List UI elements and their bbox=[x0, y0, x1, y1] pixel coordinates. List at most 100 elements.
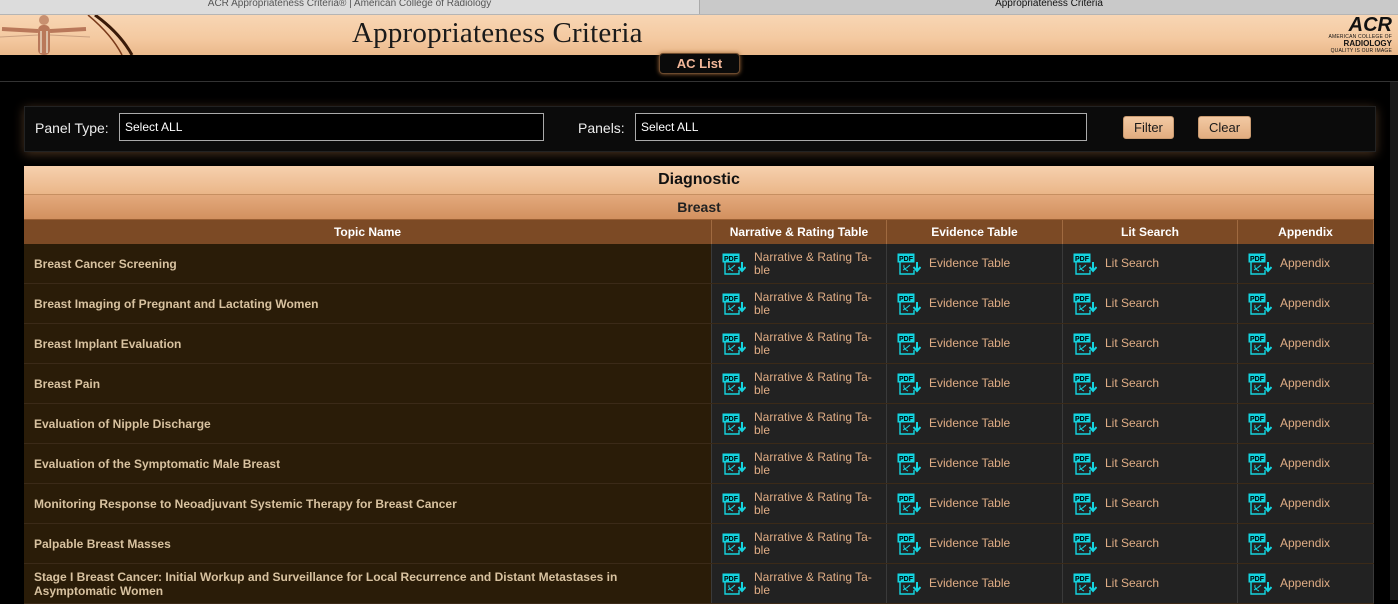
pdf-download-icon: PDF bbox=[722, 453, 746, 475]
narrative-link-label: Narrative & Rating Ta-ble bbox=[754, 370, 872, 397]
narrative-link-text: ble bbox=[754, 542, 771, 557]
evidence-table-link[interactable]: PDF Evidence Table bbox=[887, 364, 1063, 403]
table-row: Monitoring Response to Neoadjuvant Syste… bbox=[24, 484, 1374, 524]
evidence-table-link-label: Evidence Table bbox=[929, 297, 1010, 310]
svg-text:PDF: PDF bbox=[1250, 496, 1265, 503]
pdf-download-icon: PDF bbox=[1248, 373, 1272, 395]
appendix-link-label: Appendix bbox=[1280, 537, 1330, 550]
appendix-link[interactable]: PDF Appendix bbox=[1238, 404, 1374, 443]
topic-name[interactable]: Breast Implant Evaluation bbox=[24, 324, 712, 363]
topic-name[interactable]: Breast Imaging of Pregnant and Lactating… bbox=[24, 284, 712, 323]
lit-search-link-label: Lit Search bbox=[1105, 537, 1159, 550]
main-content: Panel Type: Panels: Filter Clear Diagnos… bbox=[0, 82, 1398, 604]
appendix-link-label: Appendix bbox=[1280, 577, 1330, 590]
appendix-link[interactable]: PDF Appendix bbox=[1238, 324, 1374, 363]
pdf-download-icon: PDF bbox=[897, 453, 921, 475]
pdf-download-icon: PDF bbox=[1073, 413, 1097, 435]
appendix-link[interactable]: PDF Appendix bbox=[1238, 444, 1374, 483]
topic-name[interactable]: Palpable Breast Masses bbox=[24, 524, 712, 563]
appendix-link-label: Appendix bbox=[1280, 297, 1330, 310]
narrative-link-text: ble bbox=[754, 342, 771, 357]
pdf-download-icon: PDF bbox=[1248, 453, 1272, 475]
lit-search-link-label: Lit Search bbox=[1105, 417, 1159, 430]
narrative-link[interactable]: PDF Narrative & Rating Ta-ble bbox=[712, 444, 887, 483]
lit-search-link-text: Lit Search bbox=[1105, 256, 1160, 270]
narrative-link-text: ble bbox=[754, 422, 771, 437]
topic-name[interactable]: Breast Cancer Screening bbox=[24, 244, 712, 283]
evidence-table-link-label: Evidence Table bbox=[929, 257, 1010, 270]
pdf-download-icon: PDF bbox=[897, 573, 921, 595]
page-title: Appropriateness Criteria bbox=[352, 17, 643, 49]
appendix-link[interactable]: PDF Appendix bbox=[1238, 284, 1374, 323]
appendix-link[interactable]: PDF Appendix bbox=[1238, 524, 1374, 563]
narrative-link[interactable]: PDF Narrative & Rating Ta-ble bbox=[712, 524, 887, 563]
pdf-download-icon: PDF bbox=[1248, 533, 1272, 555]
lit-search-link[interactable]: PDF Lit Search bbox=[1063, 524, 1238, 563]
lit-search-link[interactable]: PDF Lit Search bbox=[1063, 444, 1238, 483]
svg-text:PDF: PDF bbox=[1075, 256, 1090, 263]
filter-button[interactable]: Filter bbox=[1123, 116, 1174, 139]
narrative-link[interactable]: PDF Narrative & Rating Ta-ble bbox=[712, 244, 887, 283]
narrative-link[interactable]: PDF Narrative & Rating Ta-ble bbox=[712, 404, 887, 443]
narrative-link[interactable]: PDF Narrative & Rating Ta-ble bbox=[712, 484, 887, 523]
clear-button[interactable]: Clear bbox=[1198, 116, 1252, 139]
evidence-table-link[interactable]: PDF Evidence Table bbox=[887, 244, 1063, 283]
pdf-download-icon: PDF bbox=[1073, 453, 1097, 475]
ac-list-button[interactable]: AC List bbox=[659, 53, 740, 74]
narrative-link[interactable]: PDF Narrative & Rating Ta-ble bbox=[712, 564, 887, 603]
table-body: Breast Cancer Screening PDF Narrative & … bbox=[24, 244, 1374, 604]
appendix-link[interactable]: PDF Appendix bbox=[1238, 564, 1374, 603]
narrative-link[interactable]: PDF Narrative & Rating Ta-ble bbox=[712, 284, 887, 323]
pdf-download-icon: PDF bbox=[1248, 293, 1272, 315]
svg-text:PDF: PDF bbox=[899, 576, 914, 583]
lit-search-link[interactable]: PDF Lit Search bbox=[1063, 364, 1238, 403]
narrative-link-label: Narrative & Rating Ta-ble bbox=[754, 290, 872, 317]
panels-select[interactable] bbox=[635, 113, 1087, 141]
lit-search-link[interactable]: PDF Lit Search bbox=[1063, 564, 1238, 603]
browser-tab-acr[interactable]: ACR Appropriateness Criteria® | American… bbox=[0, 0, 699, 14]
appendix-link[interactable]: PDF Appendix bbox=[1238, 364, 1374, 403]
lit-search-link[interactable]: PDF Lit Search bbox=[1063, 244, 1238, 283]
lit-search-link[interactable]: PDF Lit Search bbox=[1063, 324, 1238, 363]
acr-logo-main: ACR bbox=[1348, 15, 1392, 36]
topic-name[interactable]: Evaluation of the Symptomatic Male Breas… bbox=[24, 444, 712, 483]
lit-search-link-text: Lit Search bbox=[1105, 376, 1160, 390]
evidence-table-link[interactable]: PDF Evidence Table bbox=[887, 284, 1063, 323]
topic-name[interactable]: Stage I Breast Cancer: Initial Workup an… bbox=[24, 564, 712, 603]
evidence-table-link[interactable]: PDF Evidence Table bbox=[887, 404, 1063, 443]
svg-text:PDF: PDF bbox=[1075, 536, 1090, 543]
svg-text:PDF: PDF bbox=[724, 576, 739, 583]
narrative-link[interactable]: PDF Narrative & Rating Ta-ble bbox=[712, 324, 887, 363]
narrative-link-label: Narrative & Rating Ta-ble bbox=[754, 530, 872, 557]
lit-search-link-label: Lit Search bbox=[1105, 497, 1159, 510]
topic-name[interactable]: Evaluation of Nipple Discharge bbox=[24, 404, 712, 443]
appendix-link[interactable]: PDF Appendix bbox=[1238, 484, 1374, 523]
svg-text:PDF: PDF bbox=[724, 336, 739, 343]
pdf-download-icon: PDF bbox=[722, 573, 746, 595]
panel-type-select[interactable] bbox=[119, 113, 544, 141]
pdf-download-icon: PDF bbox=[1073, 293, 1097, 315]
appendix-link-text: Appendix bbox=[1280, 536, 1331, 550]
narrative-link[interactable]: PDF Narrative & Rating Ta-ble bbox=[712, 364, 887, 403]
table-header-row: Topic Name Narrative & Rating Table Evid… bbox=[24, 220, 1374, 244]
appendix-link[interactable]: PDF Appendix bbox=[1238, 244, 1374, 283]
evidence-table-link[interactable]: PDF Evidence Table bbox=[887, 524, 1063, 563]
column-header-lit-search: Lit Search bbox=[1063, 220, 1238, 244]
browser-tab-criteria[interactable]: Appropriateness Criteria bbox=[699, 0, 1398, 14]
topic-name[interactable]: Breast Pain bbox=[24, 364, 712, 403]
evidence-table-link[interactable]: PDF Evidence Table bbox=[887, 324, 1063, 363]
narrative-link-text: ble bbox=[754, 502, 771, 517]
appendix-link-label: Appendix bbox=[1280, 497, 1330, 510]
lit-search-link[interactable]: PDF Lit Search bbox=[1063, 484, 1238, 523]
evidence-table-link[interactable]: PDF Evidence Table bbox=[887, 484, 1063, 523]
evidence-table-link[interactable]: PDF Evidence Table bbox=[887, 564, 1063, 603]
appendix-link-text: Appendix bbox=[1280, 416, 1331, 430]
svg-text:PDF: PDF bbox=[724, 376, 739, 383]
evidence-table-link[interactable]: PDF Evidence Table bbox=[887, 444, 1063, 483]
topic-name[interactable]: Monitoring Response to Neoadjuvant Syste… bbox=[24, 484, 712, 523]
lit-search-link[interactable]: PDF Lit Search bbox=[1063, 284, 1238, 323]
lit-search-link[interactable]: PDF Lit Search bbox=[1063, 404, 1238, 443]
svg-text:PDF: PDF bbox=[899, 376, 914, 383]
svg-text:PDF: PDF bbox=[1250, 336, 1265, 343]
appendix-link-label: Appendix bbox=[1280, 417, 1330, 430]
